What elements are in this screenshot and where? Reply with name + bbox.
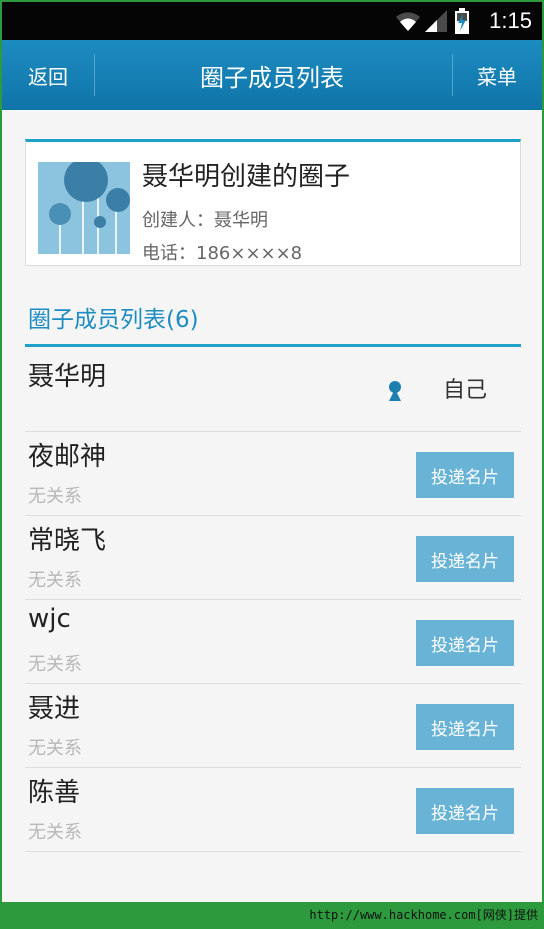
signal-icon <box>425 10 447 36</box>
self-label: 自己 <box>443 378 488 403</box>
circle-phone: 电话：186××××8 <box>142 243 303 264</box>
member-relation: 无关系 <box>28 738 82 759</box>
circle-name: 聂华明创建的圈子 <box>142 162 351 192</box>
member-name: 陈善 <box>28 778 81 808</box>
member-row: 陈善 无关系 投递名片 <box>25 768 521 852</box>
section-divider <box>25 344 521 347</box>
member-name: 夜邮神 <box>28 442 107 472</box>
menu-button[interactable]: 菜单 <box>452 40 542 110</box>
member-row: wjc 无关系 投递名片 <box>25 600 521 684</box>
members-section-title: 圈子成员列表(6) <box>28 307 199 333</box>
back-button[interactable]: 返回 <box>2 40 94 110</box>
member-row: 常晓飞 无关系 投递名片 <box>25 516 521 600</box>
send-card-button[interactable]: 投递名片 <box>416 452 514 498</box>
send-card-button[interactable]: 投递名片 <box>416 536 514 582</box>
circle-creator: 创建人：聂华明 <box>142 210 268 231</box>
member-relation: 无关系 <box>28 654 82 675</box>
status-bar: 1:15 <box>2 2 542 40</box>
member-name: 聂进 <box>28 694 81 724</box>
member-relation: 无关系 <box>28 822 82 843</box>
wifi-icon <box>395 10 421 36</box>
circle-avatar-image <box>38 162 130 254</box>
action-bar: 返回 圈子成员列表 菜单 <box>2 40 542 110</box>
send-card-button[interactable]: 投递名片 <box>416 704 514 750</box>
member-relation: 无关系 <box>28 486 82 507</box>
battery-charging-icon <box>454 8 470 38</box>
circle-info-card: 聂华明创建的圈子 创建人：聂华明 电话：186××××8 <box>25 139 521 266</box>
watermark-text: http://www.hackhome.com[网侠]提供 <box>309 908 538 922</box>
person-pin-icon <box>387 380 403 406</box>
member-name: 聂华明 <box>28 362 107 392</box>
member-row: 聂进 无关系 投递名片 <box>25 684 521 768</box>
member-relation: 无关系 <box>28 570 82 591</box>
member-name: wjc <box>28 604 71 634</box>
send-card-button[interactable]: 投递名片 <box>416 620 514 666</box>
status-time: 1:15 <box>489 8 532 33</box>
member-name: 常晓飞 <box>28 526 107 556</box>
member-row: 夜邮神 无关系 投递名片 <box>25 432 521 516</box>
page-title: 圈子成员列表 <box>200 63 344 92</box>
app-screen: 1:15 返回 圈子成员列表 菜单 聂华明创建的圈子 创建人：聂华明 电话：18… <box>2 2 542 902</box>
send-card-button[interactable]: 投递名片 <box>416 788 514 834</box>
member-row-self: 聂华明 自己 <box>25 348 521 432</box>
